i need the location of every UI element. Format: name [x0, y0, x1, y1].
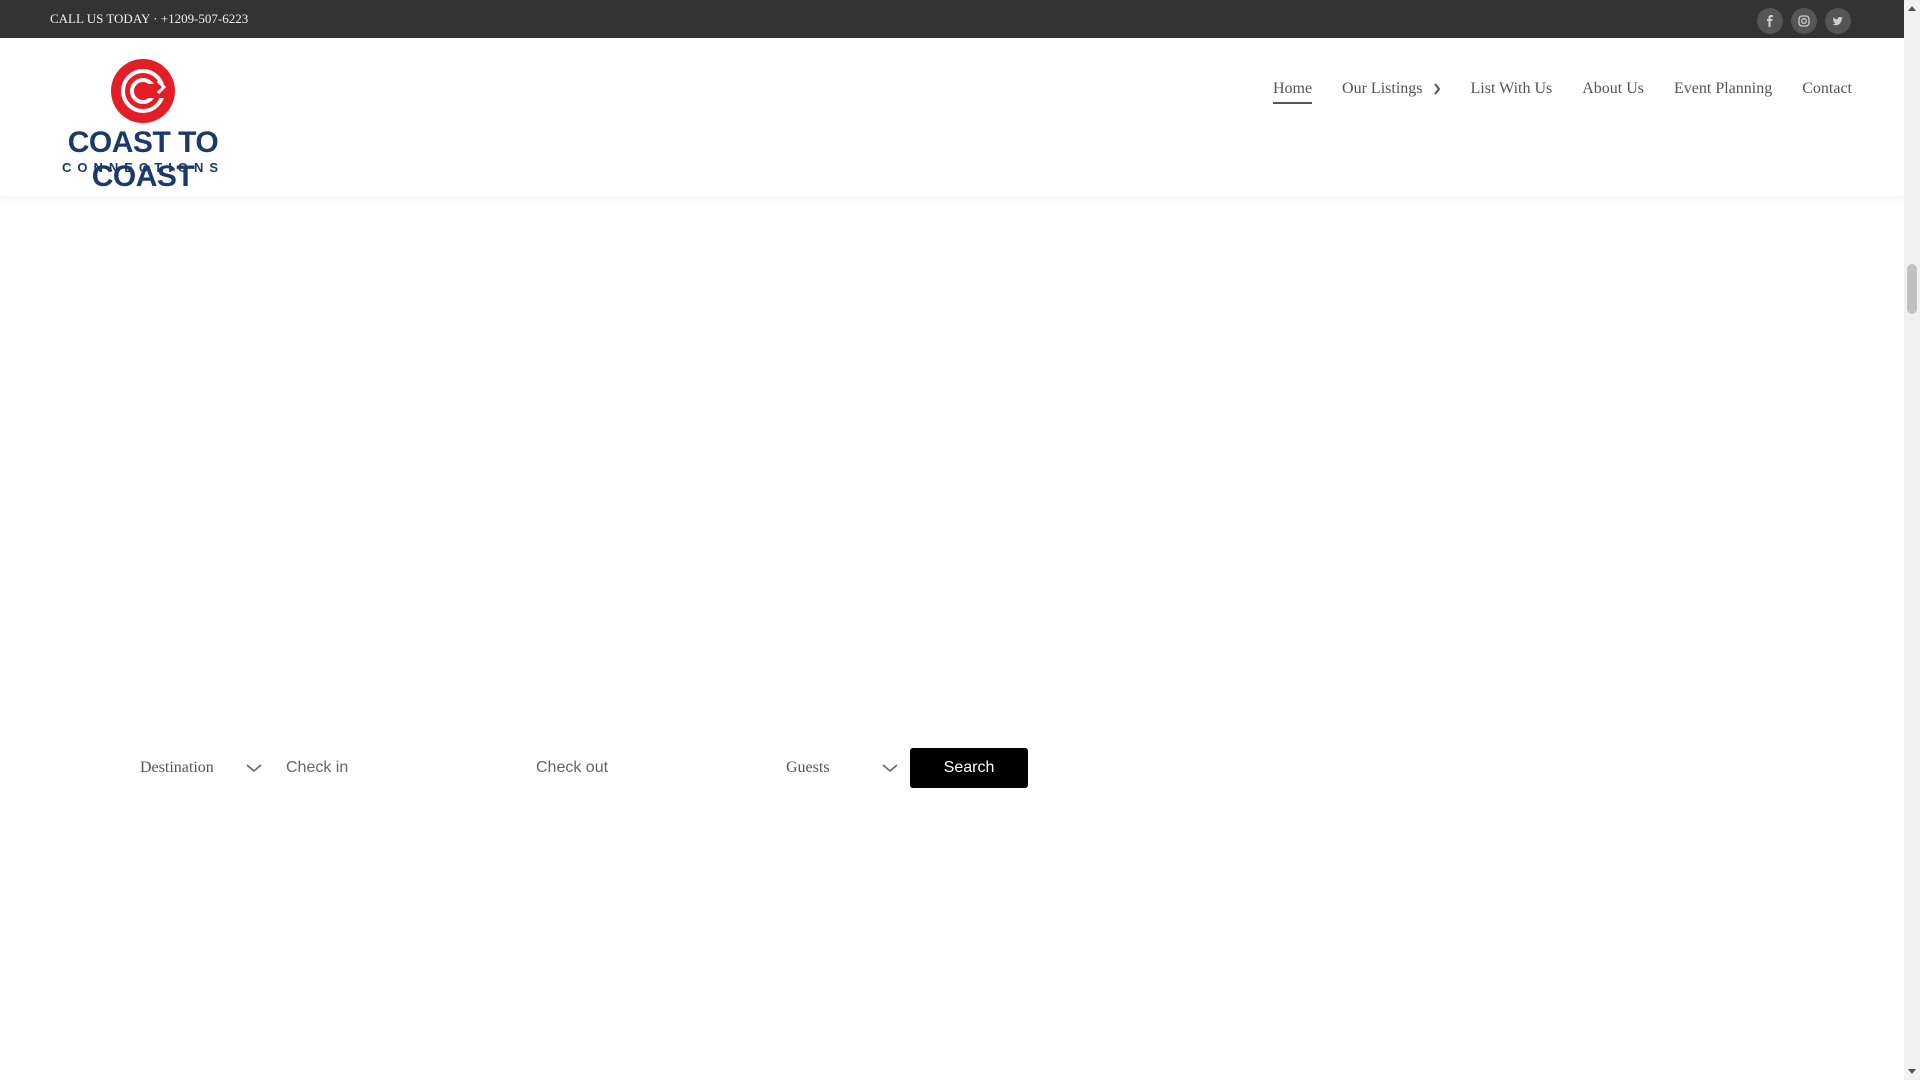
site-logo[interactable]: COAST TO COAST CONNECTIONS — [38, 56, 248, 193]
top-bar: CALL US TODAY · +1209-507-6223 — [0, 0, 1904, 38]
nav-about-us-label: About Us — [1582, 80, 1645, 97]
site-header: COAST TO COAST CONNECTIONS Home Our List… — [0, 38, 1904, 196]
checkout-input[interactable] — [520, 745, 758, 791]
nav-event-planning[interactable]: Event Planning — [1674, 80, 1772, 98]
guests-label: Guests — [786, 759, 830, 776]
scrollbar-thumb[interactable] — [1907, 264, 1917, 314]
logo-emblem-icon — [111, 59, 175, 123]
main-nav: Home Our Listings List With Us About Us … — [1272, 80, 1852, 104]
chevron-down-icon — [882, 764, 898, 773]
dropdown-caret-icon — [1433, 83, 1440, 95]
call-us-text: CALL US TODAY · +1209-507-6223 — [50, 11, 249, 26]
search-button[interactable]: Search — [910, 748, 1028, 788]
nav-list-with-us[interactable]: List With Us — [1471, 80, 1553, 98]
nav-home[interactable]: Home — [1272, 80, 1313, 104]
facebook-icon[interactable] — [1757, 8, 1783, 34]
scroll-up-arrow-icon[interactable] — [1908, 6, 1916, 11]
instagram-icon[interactable] — [1791, 8, 1817, 34]
nav-contact-label: Contact — [1802, 80, 1852, 97]
twitter-icon[interactable] — [1825, 8, 1851, 34]
nav-our-listings-label: Our Listings — [1342, 80, 1423, 97]
social-links — [1757, 8, 1851, 34]
chevron-down-icon — [246, 764, 262, 773]
nav-event-planning-label: Event Planning — [1674, 80, 1773, 97]
page: CALL US TODAY · +1209-507-6223 COAST TO … — [0, 0, 1904, 1080]
checkin-input[interactable] — [270, 745, 520, 791]
logo-subtitle: CONNECTIONS — [61, 160, 225, 175]
nav-our-listings[interactable]: Our Listings — [1342, 80, 1440, 98]
nav-contact[interactable]: Contact — [1802, 80, 1852, 98]
destination-select[interactable]: Destination — [130, 746, 270, 790]
nav-list-with-us-label: List With Us — [1470, 80, 1553, 97]
page-scrollbar[interactable] — [1904, 0, 1920, 1080]
guests-select[interactable]: Guests — [776, 746, 906, 790]
nav-about-us[interactable]: About Us — [1582, 80, 1644, 98]
destination-label: Destination — [140, 759, 214, 776]
booking-search-form: Destination Guests Search — [130, 745, 1028, 791]
scroll-down-arrow-icon[interactable] — [1908, 1069, 1916, 1074]
nav-home-label: Home — [1272, 80, 1313, 97]
